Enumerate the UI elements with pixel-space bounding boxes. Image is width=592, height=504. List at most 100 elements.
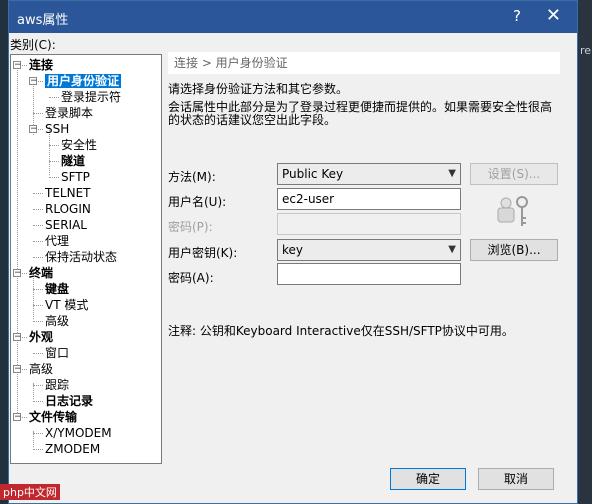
tree-line <box>33 225 43 226</box>
tree-item-label: 用户身份验证 <box>45 74 122 88</box>
title-bar[interactable]: aws属性 ? ✕ <box>9 1 577 33</box>
tree-item-label: 登录提示符 <box>61 90 122 104</box>
ok-button[interactable]: 确定 <box>390 468 466 490</box>
tree-item-label: 日志记录 <box>45 394 94 408</box>
tree-collapse-icon[interactable]: − <box>13 61 22 70</box>
username-input[interactable]: ec2-user <box>277 188 461 210</box>
tree-line <box>49 161 59 162</box>
tree-item-label: SSH <box>45 122 70 136</box>
tree-line <box>33 305 43 306</box>
info-text-line2: 的状态的话建议您空出此字段。 <box>168 113 337 127</box>
tree-line <box>33 257 43 258</box>
tree-item-label: 高级 <box>29 362 54 376</box>
tree-item-label: 连接 <box>29 58 54 72</box>
close-icon[interactable]: ✕ <box>546 5 561 26</box>
password-label: 密码(P): <box>168 220 213 234</box>
tree-item[interactable]: 文件传输 <box>29 409 77 425</box>
tree-collapse-icon[interactable]: − <box>13 413 22 422</box>
user-key-label: 用户密钥(K): <box>168 246 238 260</box>
tree-item[interactable]: 隧道 <box>61 153 85 169</box>
info-text-line1: 会话属性中此部分是为了登录过程更便捷而提供的。如果需要安全性很高 <box>168 100 553 114</box>
tree-item[interactable]: SSH <box>45 121 69 137</box>
tree-item[interactable]: 连接 <box>29 57 53 73</box>
tree-collapse-icon[interactable]: − <box>13 365 22 374</box>
method-label: 方法(M): <box>168 170 216 184</box>
tree-item[interactable]: 终端 <box>29 265 53 281</box>
tree-line <box>33 321 43 322</box>
password-input <box>277 213 461 235</box>
tree-collapse-icon[interactable]: − <box>29 77 38 86</box>
tree-item[interactable]: 用户身份验证 <box>45 73 122 89</box>
tree-item-label: 登录脚本 <box>45 106 94 120</box>
tree-item-label: 外观 <box>29 330 54 344</box>
tree-item-label: SERIAL <box>45 218 87 232</box>
tree-line <box>49 177 59 178</box>
tree-item-label: ZMODEM <box>45 442 101 456</box>
tree-item[interactable]: ZMODEM <box>45 441 100 457</box>
tree-collapse-icon[interactable]: − <box>13 333 22 342</box>
tree-line <box>33 113 43 114</box>
tree-item[interactable]: 高级 <box>29 361 53 377</box>
tree-line <box>33 353 43 354</box>
tree-item[interactable]: 跟踪 <box>45 377 69 393</box>
tree-item[interactable]: RLOGIN <box>45 201 91 217</box>
desktop-right-edge <box>578 0 592 504</box>
tree-item-label: 跟踪 <box>45 378 70 392</box>
tree-line <box>33 289 43 290</box>
tree-item-label: 高级 <box>45 314 70 328</box>
tree-item-label: 终端 <box>29 266 54 280</box>
tree-item-label: 代理 <box>45 234 70 248</box>
tree-item[interactable]: 键盘 <box>45 281 69 297</box>
tree-collapse-icon[interactable]: − <box>13 269 22 278</box>
method-value: Public Key <box>282 167 344 181</box>
breadcrumb: 连接 > 用户身份验证 <box>168 52 560 74</box>
tree-line <box>33 401 43 402</box>
note-text: 注释: 公钥和Keyboard Interactive仅在SSH/SFTP协议中… <box>168 324 514 338</box>
tree-line <box>33 433 43 434</box>
tree-item-label: RLOGIN <box>45 202 91 216</box>
tree-item-label: 保持活动状态 <box>45 250 118 264</box>
category-label: 类别(C): <box>10 38 56 52</box>
tree-collapse-icon[interactable]: − <box>29 125 38 134</box>
tree-item-label: SFTP <box>61 170 90 184</box>
username-label: 用户名(U): <box>168 195 227 209</box>
tree-item[interactable]: 高级 <box>45 313 69 329</box>
tree-item[interactable]: 外观 <box>29 329 53 345</box>
tree-line <box>49 145 59 146</box>
tree-item-label: TELNET <box>45 186 91 200</box>
tree-item[interactable]: 安全性 <box>61 137 97 153</box>
user-key-select[interactable]: key ▼ <box>277 239 461 261</box>
passphrase-label: 密码(A): <box>168 271 214 285</box>
method-select[interactable]: Public Key ▼ <box>277 163 461 185</box>
help-icon[interactable]: ? <box>513 7 521 25</box>
tree-item[interactable]: 登录提示符 <box>61 89 121 105</box>
tree-line <box>33 193 43 194</box>
tree-item-label: VT 模式 <box>45 298 89 312</box>
desktop-left-edge <box>0 0 8 504</box>
tree-item[interactable]: 保持活动状态 <box>45 249 117 265</box>
chevron-down-icon: ▼ <box>448 168 456 179</box>
desktop-right-text: re <box>580 44 592 57</box>
tree-item[interactable]: 窗口 <box>45 345 69 361</box>
tree-item[interactable]: 代理 <box>45 233 69 249</box>
key-user-icon <box>497 196 528 226</box>
user-key-value: key <box>282 243 304 257</box>
watermark-logo: php中文网 <box>0 484 60 500</box>
category-tree[interactable]: 连接 − 用户身份验证 − 登录提示符 登录脚本 SSH − 安全性 隧道 SFTP TELNET RL… <box>10 54 162 464</box>
tree-item-label: 隧道 <box>61 154 86 168</box>
browse-button[interactable]: 浏览(B)... <box>470 239 558 261</box>
tree-item[interactable]: VT 模式 <box>45 297 88 313</box>
tree-item[interactable]: SFTP <box>61 169 90 185</box>
passphrase-input[interactable] <box>277 263 461 285</box>
tree-item-label: 键盘 <box>45 282 70 296</box>
tree-item[interactable]: X/YMODEM <box>45 425 112 441</box>
cancel-button[interactable]: 取消 <box>478 468 554 490</box>
tree-item[interactable]: TELNET <box>45 185 91 201</box>
tree-line <box>33 449 43 450</box>
tree-item-label: X/YMODEM <box>45 426 112 440</box>
tree-line <box>33 385 43 386</box>
tree-item[interactable]: 日志记录 <box>45 393 93 409</box>
settings-button[interactable]: 设置(S)... <box>470 163 558 185</box>
tree-item[interactable]: SERIAL <box>45 217 87 233</box>
tree-item[interactable]: 登录脚本 <box>45 105 93 121</box>
